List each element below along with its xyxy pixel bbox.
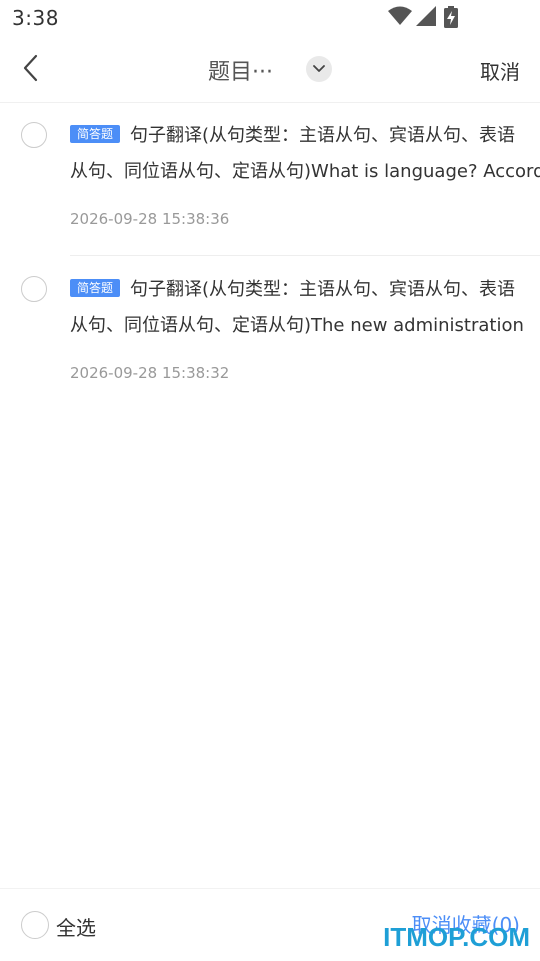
cellular-signal-icon (416, 6, 436, 26)
wifi-icon (388, 6, 412, 25)
item-checkbox[interactable] (21, 276, 47, 302)
question-text-line1: 句子翻译(从句类型：主语从句、宾语从句、表语 (130, 125, 516, 146)
question-text-line2: 从句、同位语从句、定语从句)The new administration (70, 315, 524, 336)
title-dropdown-button[interactable] (306, 56, 332, 82)
chevron-left-icon (23, 54, 38, 82)
select-all-label[interactable]: 全选 (56, 912, 96, 941)
select-all-checkbox[interactable] (21, 911, 49, 939)
status-bar: 3:38 (0, 0, 540, 36)
list-item[interactable]: 简答题 句子翻译(从句类型：主语从句、宾语从句、表语 从句、同位语从句、定语从句)… (0, 256, 540, 410)
question-type-badge: 简答题 (70, 125, 121, 143)
chevron-down-icon (313, 65, 325, 72)
cancel-button[interactable]: 取消 (480, 56, 520, 85)
item-timestamp: 2026-09-28 15:38:36 (70, 210, 230, 228)
battery-charging-icon (444, 6, 458, 28)
status-time: 3:38 (12, 6, 59, 30)
question-type-badge: 简答题 (70, 279, 121, 297)
question-text: 简答题 句子翻译(从句类型：主语从句、宾语从句、表语 从句、同位语从句、定语从句)… (70, 118, 540, 190)
item-checkbox[interactable] (21, 122, 47, 148)
question-line-1: 简答题 句子翻译(从句类型：主语从句、宾语从句、表语 (70, 118, 540, 154)
favorites-list: 简答题 句子翻译(从句类型：主语从句、宾语从句、表语 从句、同位语从句、定语从句)… (0, 102, 540, 410)
header-bar: 题目··· 取消 (0, 36, 540, 103)
page-title: 题目··· (208, 60, 273, 85)
footer-bar: 全选 取消收藏(0) ITMOP.COM (0, 888, 540, 961)
list-item[interactable]: 简答题 句子翻译(从句类型：主语从句、宾语从句、表语 从句、同位语从句、定语从句)… (0, 102, 540, 256)
question-line-1: 简答题 句子翻译(从句类型：主语从句、宾语从句、表语 (70, 272, 540, 308)
back-button[interactable] (14, 50, 50, 86)
item-timestamp: 2026-09-28 15:38:32 (70, 364, 230, 382)
question-text: 简答题 句子翻译(从句类型：主语从句、宾语从句、表语 从句、同位语从句、定语从句)… (70, 272, 540, 344)
question-text-line2: 从句、同位语从句、定语从句)What is language? Accordin… (70, 161, 540, 182)
question-text-line1: 句子翻译(从句类型：主语从句、宾语从句、表语 (130, 279, 516, 300)
watermark-logo: ITMOP.COM (383, 922, 530, 952)
